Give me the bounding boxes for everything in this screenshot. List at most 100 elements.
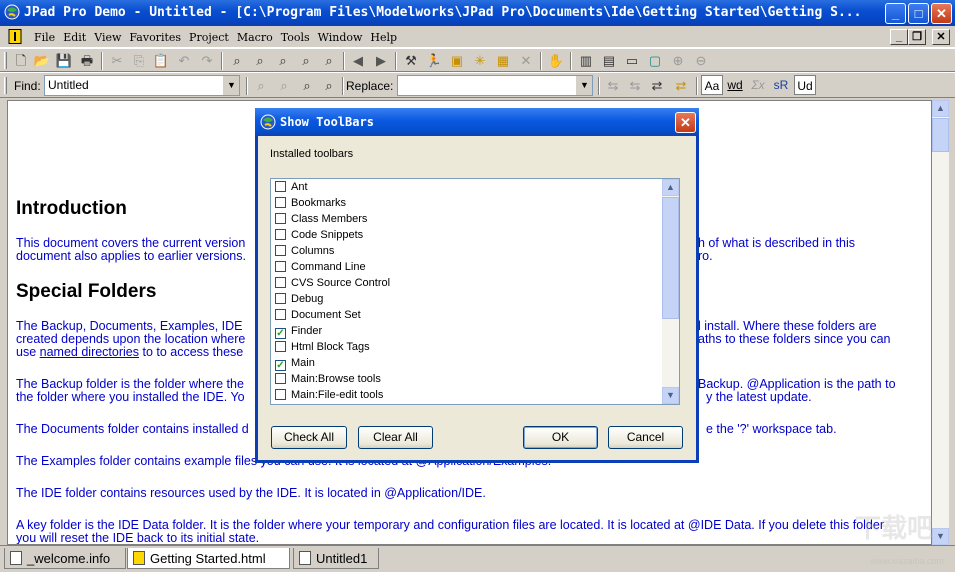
- checkbox-bookmarks[interactable]: [275, 197, 286, 208]
- save-icon[interactable]: 💾: [55, 52, 73, 70]
- undo-icon[interactable]: ↶: [175, 52, 193, 70]
- match-case-toggle[interactable]: Aa: [701, 75, 723, 95]
- list-item[interactable]: Ant: [275, 179, 308, 195]
- fullscreen-icon[interactable]: ▢: [646, 52, 664, 70]
- find-binoculars-icon[interactable]: ⌕: [228, 52, 246, 70]
- whole-word-toggle[interactable]: wd: [725, 75, 745, 95]
- named-directories-link[interactable]: named directories: [40, 345, 139, 359]
- regex-toggle[interactable]: Σx: [748, 75, 768, 95]
- toolbar-grip[interactable]: [4, 77, 7, 94]
- mark-all-icon[interactable]: ⌕: [320, 77, 338, 95]
- list-item[interactable]: Command Line: [275, 259, 366, 275]
- find-all-icon[interactable]: ⌕: [320, 52, 338, 70]
- checkbox-main[interactable]: ✓: [275, 360, 286, 371]
- copy-icon[interactable]: ⎘: [130, 52, 148, 70]
- replace-icon[interactable]: ⇆: [604, 77, 622, 95]
- list-item[interactable]: Code Snippets: [275, 227, 363, 243]
- menu-edit[interactable]: Edit: [59, 31, 90, 44]
- up-down-toggle[interactable]: Ud: [794, 75, 816, 95]
- document-scrollbar[interactable]: ▲ ▼: [932, 100, 949, 545]
- checkbox-command-line[interactable]: [275, 261, 286, 272]
- open-folder-icon[interactable]: 📂: [33, 52, 51, 70]
- dialog-close-button[interactable]: ✕: [675, 112, 696, 133]
- minimize-button[interactable]: _: [885, 3, 906, 24]
- dialog-title-bar[interactable]: Show ToolBars ✕: [255, 108, 699, 136]
- replace-in-files-icon[interactable]: ⇄: [672, 77, 690, 95]
- menu-macro[interactable]: Macro: [233, 31, 277, 44]
- print-icon[interactable]: 🖶: [78, 52, 96, 70]
- checkbox-class-members[interactable]: [275, 213, 286, 224]
- panel-top-icon[interactable]: ▤: [600, 52, 618, 70]
- clear-all-button[interactable]: Clear All: [358, 426, 433, 449]
- tab-untitled1[interactable]: Untitled1: [293, 548, 379, 569]
- replace-next-icon[interactable]: ⇆: [626, 77, 644, 95]
- menu-tools[interactable]: Tools: [277, 31, 314, 44]
- list-item[interactable]: Main:Browse tools: [275, 371, 381, 387]
- list-item[interactable]: Class Members: [275, 211, 367, 227]
- scroll-thumb[interactable]: [662, 197, 679, 319]
- menu-view[interactable]: View: [90, 31, 125, 44]
- panel-left-icon[interactable]: ▥: [577, 52, 595, 70]
- zoom-out-icon[interactable]: ⊖: [692, 52, 710, 70]
- chevron-down-icon[interactable]: ▼: [576, 76, 592, 95]
- cancel-button[interactable]: Cancel: [608, 426, 683, 449]
- checkbox-debug[interactable]: [275, 293, 286, 304]
- mdi-minimize-button[interactable]: _: [890, 29, 908, 45]
- mdi-close-button[interactable]: ✕: [932, 29, 950, 45]
- back-arrow-icon[interactable]: ◀: [349, 52, 367, 70]
- checkbox-main-browse-tools[interactable]: [275, 373, 286, 384]
- checkbox-main-file-edit-tools[interactable]: [275, 389, 286, 400]
- scroll-down-icon[interactable]: ▼: [662, 387, 679, 404]
- find-prev-icon[interactable]: ⌕: [275, 77, 293, 95]
- sparkle-icon[interactable]: ✳: [471, 52, 489, 70]
- find-next-icon[interactable]: ⌕: [252, 77, 270, 95]
- toolbar-grip[interactable]: [4, 52, 7, 69]
- replace-all-icon[interactable]: ⇄: [648, 77, 666, 95]
- list-item[interactable]: Document Set: [275, 307, 361, 323]
- menu-project[interactable]: Project: [185, 31, 233, 44]
- list-item[interactable]: ✓ Finder: [275, 323, 322, 339]
- panel-bottom-icon[interactable]: ▭: [623, 52, 641, 70]
- scroll-down-icon[interactable]: ▼: [932, 528, 949, 545]
- checkbox-html-block-tags[interactable]: [275, 341, 286, 352]
- list-item[interactable]: ✓ Main: [275, 355, 315, 371]
- tab-welcome[interactable]: _welcome.info: [4, 548, 126, 569]
- paste-icon[interactable]: 📋: [152, 52, 170, 70]
- list-item[interactable]: Columns: [275, 243, 334, 259]
- find-files-icon[interactable]: ⌕: [251, 52, 269, 70]
- list-item[interactable]: Main:File-edit tools: [275, 387, 383, 403]
- forward-arrow-icon[interactable]: ▶: [372, 52, 390, 70]
- find-prev-icon[interactable]: ⌕: [297, 52, 315, 70]
- chip-icon[interactable]: ▦: [494, 52, 512, 70]
- menu-favorites[interactable]: Favorites: [125, 31, 185, 44]
- list-item[interactable]: Html Block Tags: [275, 339, 370, 355]
- scroll-thumb[interactable]: [932, 118, 949, 152]
- hand-icon[interactable]: ✋: [547, 52, 565, 70]
- check-all-button[interactable]: Check All: [271, 426, 347, 449]
- tab-getting-started[interactable]: Getting Started.html: [127, 548, 290, 569]
- menu-window[interactable]: Window: [314, 31, 367, 44]
- cut-icon[interactable]: ✂: [108, 52, 126, 70]
- stop-icon[interactable]: ✕: [517, 52, 535, 70]
- menu-file[interactable]: File: [30, 31, 59, 44]
- replace-combo[interactable]: ▼: [397, 75, 593, 96]
- zoom-in-icon[interactable]: ⊕: [669, 52, 687, 70]
- checkbox-finder[interactable]: ✓: [275, 328, 286, 339]
- checkbox-document-set[interactable]: [275, 309, 286, 320]
- find-combo[interactable]: Untitled ▼: [44, 75, 240, 96]
- list-item[interactable]: Bookmarks: [275, 195, 346, 211]
- redo-icon[interactable]: ↷: [198, 52, 216, 70]
- menu-help[interactable]: Help: [366, 31, 401, 44]
- checkbox-columns[interactable]: [275, 245, 286, 256]
- checkbox-ant[interactable]: [275, 181, 286, 192]
- search-reverse-toggle[interactable]: sR: [771, 75, 791, 95]
- find-in-files-icon[interactable]: ⌕: [298, 77, 316, 95]
- run-icon[interactable]: 🏃: [425, 52, 443, 70]
- debug-icon[interactable]: ▣: [448, 52, 466, 70]
- checkbox-cvs-source-control[interactable]: [275, 277, 286, 288]
- ok-button[interactable]: OK: [523, 426, 598, 449]
- scroll-up-icon[interactable]: ▲: [662, 179, 679, 196]
- find-next-icon[interactable]: ⌕: [274, 52, 292, 70]
- listbox-scrollbar[interactable]: ▲ ▼: [662, 179, 679, 404]
- list-item[interactable]: Debug: [275, 291, 323, 307]
